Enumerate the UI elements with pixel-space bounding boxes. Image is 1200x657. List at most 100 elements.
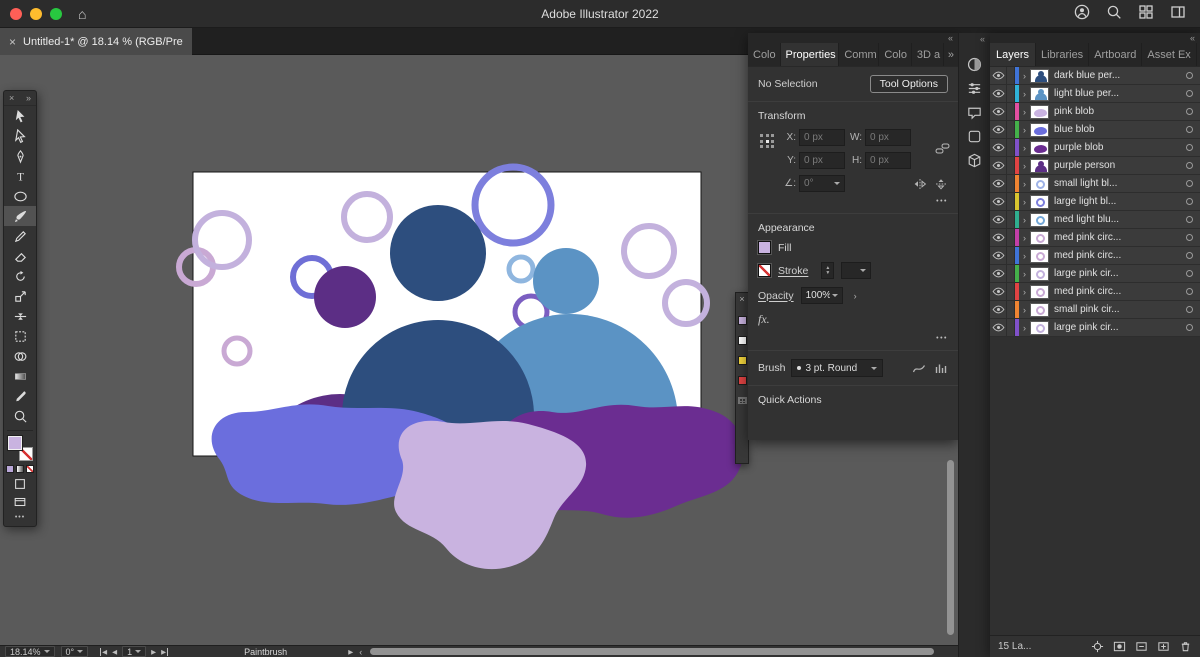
visibility-eye-icon[interactable] <box>990 211 1007 228</box>
tab-properties[interactable]: Properties <box>781 43 840 66</box>
h-input[interactable]: 0 px <box>865 152 911 169</box>
layer-name[interactable]: purple blob <box>1054 142 1186 153</box>
angle-select[interactable]: 0° <box>799 175 845 192</box>
expand-chevron-icon[interactable]: › <box>1019 89 1030 99</box>
layer-name[interactable]: med pink circ... <box>1054 232 1186 243</box>
swatch[interactable] <box>738 336 747 345</box>
layer-name[interactable]: dark blue per... <box>1054 70 1186 81</box>
swatch[interactable] <box>738 356 747 365</box>
expand-chevron-icon[interactable]: › <box>1019 269 1030 279</box>
document-tab[interactable]: × Untitled-1* @ 18.14 % (RGB/Preview) <box>0 28 192 55</box>
tab-3d-materials[interactable]: 3D a <box>912 43 944 66</box>
layer-thumbnail[interactable] <box>1030 177 1049 191</box>
layer-row[interactable]: › light blue per... <box>990 85 1200 103</box>
visibility-eye-icon[interactable] <box>990 67 1007 84</box>
tool-ellipse[interactable] <box>4 186 36 206</box>
brush-libraries-icon[interactable] <box>934 362 948 375</box>
collapse-tools-icon[interactable]: » <box>26 93 31 103</box>
swatch[interactable] <box>738 376 747 385</box>
brush-select[interactable]: 3 pt. Round <box>791 359 883 377</box>
close-window-button[interactable] <box>10 8 22 20</box>
layer-name[interactable]: small light bl... <box>1054 178 1186 189</box>
locate-object-icon[interactable] <box>1091 640 1104 653</box>
expand-chevron-icon[interactable]: › <box>1019 107 1030 117</box>
comments-panel-icon[interactable] <box>963 100 987 124</box>
layer-row[interactable]: › med light blu... <box>990 211 1200 229</box>
pink-blob[interactable] <box>394 421 586 569</box>
fill-swatch[interactable] <box>8 436 22 450</box>
layer-target-circle[interactable] <box>1186 72 1193 79</box>
layer-name[interactable]: med pink circ... <box>1054 250 1186 261</box>
layer-target-circle[interactable] <box>1186 324 1193 331</box>
visibility-eye-icon[interactable] <box>990 175 1007 192</box>
account-icon[interactable] <box>1074 4 1090 23</box>
layer-name[interactable]: med light blu... <box>1054 214 1186 225</box>
expand-chevron-icon[interactable]: › <box>1019 215 1030 225</box>
tab-color[interactable]: Colo <box>748 43 781 66</box>
layer-target-circle[interactable] <box>1186 126 1193 133</box>
new-layer-icon[interactable] <box>1157 640 1170 653</box>
layer-row[interactable]: › small light bl... <box>990 175 1200 193</box>
layer-row[interactable]: › pink blob <box>990 103 1200 121</box>
lock-column[interactable] <box>1007 211 1015 228</box>
visibility-eye-icon[interactable] <box>990 319 1007 336</box>
tool-options-button[interactable]: Tool Options <box>870 75 948 93</box>
arrange-documents-icon[interactable] <box>1170 4 1186 23</box>
tool-eyedropper[interactable] <box>4 386 36 406</box>
flip-horizontal-icon[interactable] <box>913 178 927 190</box>
layer-target-circle[interactable] <box>1186 306 1193 313</box>
previous-artboard-icon[interactable]: ◀ <box>112 648 117 656</box>
layer-target-circle[interactable] <box>1186 288 1193 295</box>
layer-row[interactable]: › purple blob <box>990 139 1200 157</box>
purple-person-head[interactable] <box>314 266 376 328</box>
edit-toolbar-icon[interactable]: ••• <box>4 514 36 521</box>
none-mode-icon[interactable] <box>26 465 34 473</box>
layer-row[interactable]: › blue blob <box>990 121 1200 139</box>
swatch[interactable] <box>738 316 747 325</box>
artboard-number-select[interactable]: 1 <box>122 646 146 657</box>
layer-name[interactable]: large light bl... <box>1054 196 1186 207</box>
color-mode-icon[interactable] <box>6 465 14 473</box>
workspace-switcher-icon[interactable] <box>1138 4 1154 23</box>
tab-overflow-icon[interactable]: » <box>944 43 958 66</box>
visibility-eye-icon[interactable] <box>990 85 1007 102</box>
horizontal-scrollbar-thumb[interactable] <box>370 648 933 655</box>
layer-thumbnail[interactable] <box>1030 249 1049 263</box>
appearance-fill-swatch[interactable] <box>758 241 771 254</box>
zoom-window-button[interactable] <box>50 8 62 20</box>
expand-chevron-icon[interactable]: › <box>1019 161 1030 171</box>
home-icon[interactable]: ⌂ <box>78 6 86 22</box>
expand-chevron-icon[interactable]: › <box>1019 125 1030 135</box>
screen-mode-icon[interactable] <box>4 493 36 511</box>
zoom-level-select[interactable]: 18.14% <box>5 646 55 657</box>
lock-column[interactable] <box>1007 319 1015 336</box>
expand-panels-icon[interactable]: « <box>980 34 985 44</box>
expand-chevron-icon[interactable]: › <box>1019 287 1030 297</box>
minimize-window-button[interactable] <box>30 8 42 20</box>
layer-thumbnail[interactable] <box>1030 105 1049 119</box>
lock-column[interactable] <box>1007 139 1015 156</box>
first-artboard-icon[interactable]: ◀ <box>100 648 107 656</box>
close-document-icon[interactable]: × <box>9 35 16 49</box>
visibility-eye-icon[interactable] <box>990 247 1007 264</box>
lock-column[interactable] <box>1007 67 1015 84</box>
3d-materials-panel-icon[interactable] <box>963 148 987 172</box>
tab-layers[interactable]: Layers <box>990 43 1036 66</box>
tool-free-transform[interactable] <box>4 326 36 346</box>
layer-name[interactable]: med pink circ... <box>1054 286 1186 297</box>
lock-column[interactable] <box>1007 175 1015 192</box>
visibility-eye-icon[interactable] <box>990 157 1007 174</box>
opacity-link[interactable]: Opacity <box>758 290 794 302</box>
effects-fx-button[interactable]: fx. <box>758 312 770 327</box>
expand-chevron-icon[interactable]: › <box>1019 143 1030 153</box>
delete-layer-icon[interactable] <box>1179 640 1192 653</box>
flip-vertical-icon[interactable] <box>934 178 948 190</box>
lock-column[interactable] <box>1007 157 1015 174</box>
tool-scale[interactable] <box>4 286 36 306</box>
y-input[interactable]: 0 px <box>799 152 845 169</box>
reference-point-grid[interactable] <box>760 134 774 148</box>
layer-thumbnail[interactable] <box>1030 267 1049 281</box>
collapse-dock-icon[interactable]: « <box>948 34 953 43</box>
layer-name[interactable]: purple person <box>1054 160 1186 171</box>
collapse-dock-icon[interactable]: « <box>1190 34 1195 43</box>
